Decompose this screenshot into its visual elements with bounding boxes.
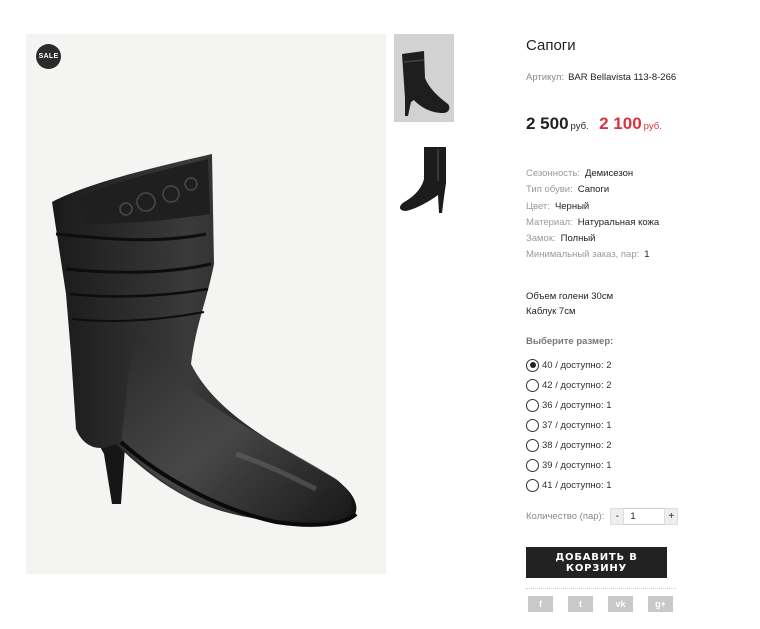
attribute-row: Тип обуви: Сапоги xyxy=(526,182,659,198)
price-old-currency: руб. xyxy=(570,121,589,132)
quantity-stepper: Количество (пар): - + xyxy=(526,508,679,525)
google-plus-icon[interactable]: g+ xyxy=(648,596,673,612)
share-buttons: f t vk g+ xyxy=(528,596,688,612)
attribute-row: Минимальный заказ, пар: 1 xyxy=(526,247,659,263)
size-radio[interactable] xyxy=(526,438,539,452)
attribute-key: Сезонность: xyxy=(526,168,580,179)
size-label: 38 / доступно: 2 xyxy=(542,439,612,451)
size-radio[interactable] xyxy=(526,378,539,392)
quantity-increase-button[interactable]: + xyxy=(664,508,679,525)
price-new: 2 100 xyxy=(599,114,642,133)
attribute-value: 1 xyxy=(644,249,650,261)
size-label: 41 / доступно: 1 xyxy=(542,479,612,491)
size-option[interactable]: 38 / доступно: 2 xyxy=(526,435,612,455)
size-radio[interactable] xyxy=(526,418,539,432)
attribute-value: Демисезон xyxy=(584,168,634,179)
product-sku: Артикул: BAR Bellavista 113-8-266 xyxy=(526,72,676,83)
product-attributes: Сезонность: Демисезон Тип обуви: Сапоги Цв… xyxy=(526,166,659,264)
quantity-input[interactable] xyxy=(624,508,665,525)
quantity-decrease-button[interactable]: - xyxy=(610,508,625,525)
size-option[interactable]: 39 / доступно: 1 xyxy=(526,455,612,475)
twitter-icon[interactable]: t xyxy=(568,596,593,612)
attribute-key: Цвет: xyxy=(526,200,550,212)
description-line: Каблук 7см xyxy=(526,305,576,317)
attribute-row: Цвет: Черный xyxy=(526,199,659,215)
product-description: Объем голени 30см Каблук 7см xyxy=(526,290,613,319)
size-label: 37 / доступно: 1 xyxy=(542,419,612,431)
attribute-value: Сапоги xyxy=(577,184,610,196)
product-title: Сапоги xyxy=(526,37,576,54)
thumbnail-2[interactable] xyxy=(394,135,454,223)
add-to-cart-button[interactable]: ДОБАВИТЬ В КОРЗИНУ xyxy=(526,547,667,578)
size-option[interactable]: 37 / доступно: 1 xyxy=(526,415,612,435)
attribute-row: Замок: Полный xyxy=(526,231,659,247)
size-radio[interactable] xyxy=(526,398,539,412)
size-label: 42 / доступно: 2 xyxy=(542,379,612,391)
price-old: 2 500 xyxy=(526,114,569,133)
size-options: 40 / доступно: 2 42 / доступно: 2 36 / д… xyxy=(526,355,612,495)
size-option[interactable]: 36 / доступно: 1 xyxy=(526,395,612,415)
boot-image xyxy=(52,154,358,527)
attribute-value: Полный xyxy=(560,233,596,245)
price-new-currency: руб. xyxy=(643,121,662,132)
divider xyxy=(526,588,676,589)
boot-side-thumbnail-image xyxy=(400,147,446,213)
attribute-key: Тип обуви: xyxy=(526,184,573,196)
attribute-value: Черный xyxy=(554,200,590,212)
thumbnail-1[interactable] xyxy=(394,34,454,122)
size-radio[interactable] xyxy=(526,358,539,372)
size-label: 40 / доступно: 2 xyxy=(542,359,612,371)
boot-thumbnail-image xyxy=(402,51,450,116)
quantity-label: Количество (пар): xyxy=(526,511,605,522)
size-radio[interactable] xyxy=(526,458,539,472)
size-radio[interactable] xyxy=(526,478,539,492)
size-label: 39 / доступно: 1 xyxy=(542,459,612,471)
product-main-image[interactable] xyxy=(26,34,386,574)
attribute-value: Натуральная кожа xyxy=(577,216,660,228)
sku-value: BAR Bellavista 113-8-266 xyxy=(568,72,677,83)
vk-icon[interactable]: vk xyxy=(608,596,633,612)
size-heading: Выберите размер: xyxy=(526,336,614,347)
size-option[interactable]: 41 / доступно: 1 xyxy=(526,475,612,495)
attribute-row: Сезонность: Демисезон xyxy=(526,166,659,182)
attribute-key: Минимальный заказ, пар: xyxy=(526,249,640,261)
size-option[interactable]: 42 / доступно: 2 xyxy=(526,375,612,395)
price-block: 2 500 руб. 2 100 руб. xyxy=(526,114,662,134)
facebook-icon[interactable]: f xyxy=(528,596,553,612)
sku-label: Артикул: xyxy=(526,72,565,83)
attribute-key: Материал: xyxy=(526,216,573,228)
sale-badge: SALE xyxy=(36,44,61,69)
size-option[interactable]: 40 / доступно: 2 xyxy=(526,355,612,375)
attribute-row: Материал: Натуральная кожа xyxy=(526,215,659,231)
attribute-key: Замок: xyxy=(526,233,556,245)
size-label: 36 / доступно: 1 xyxy=(542,399,612,411)
description-line: Объем голени 30см xyxy=(526,291,614,302)
